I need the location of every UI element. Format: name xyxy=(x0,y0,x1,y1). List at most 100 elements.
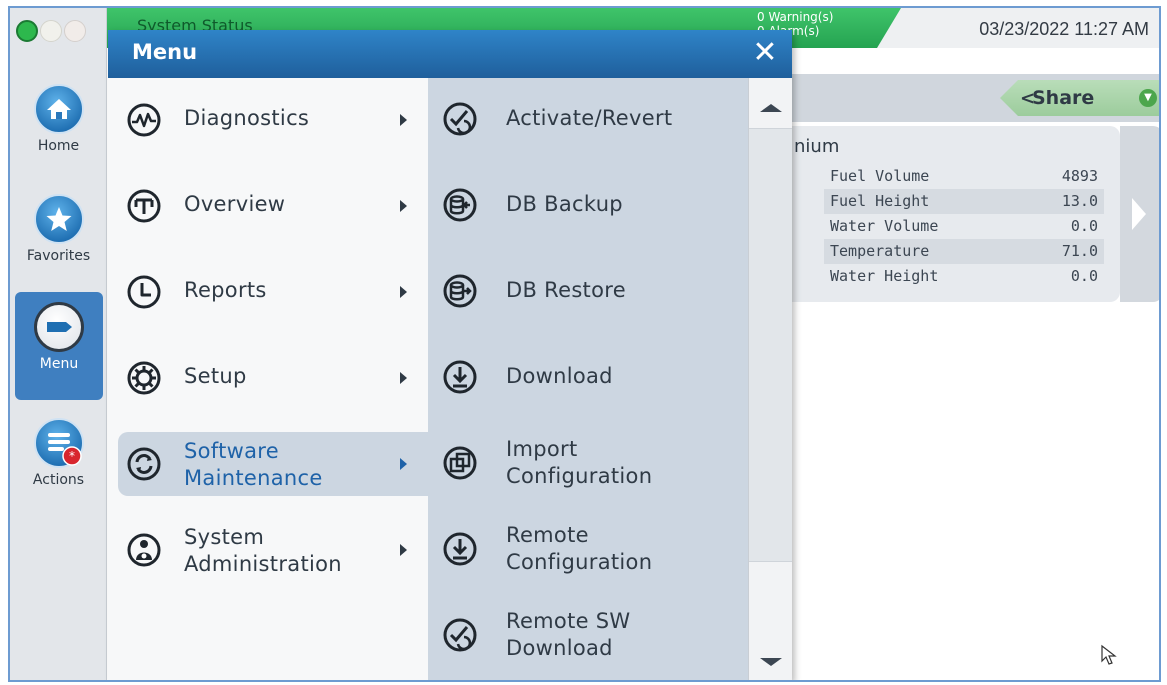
menu-category-list: Diagnostics Overview Reports Setup Softw… xyxy=(108,78,428,680)
tank-row: Fuel Height 13.0 xyxy=(824,189,1104,214)
system-administration-icon xyxy=(127,533,161,567)
tank-row-value: 4893 xyxy=(1061,167,1098,185)
reports-icon xyxy=(127,275,161,309)
submenu-item-label-line2: Configuration xyxy=(506,464,653,488)
chevron-right-icon xyxy=(400,372,407,384)
share-icon: < xyxy=(1020,88,1036,109)
remote-sw-download-icon xyxy=(443,618,477,652)
menu-item-software-maintenance[interactable]: Software Maintenance xyxy=(118,432,428,496)
submenu-item-db-backup[interactable]: DB Backup xyxy=(428,170,748,240)
tank-row: Temperature 71.0 xyxy=(824,239,1104,264)
chevron-right-icon xyxy=(400,200,407,212)
screen: System Status 0 Warning(s) 0 Alarm(s) 03… xyxy=(8,6,1161,682)
submenu-item-label-line1: Remote xyxy=(506,523,589,547)
submenu-item-import-configuration[interactable]: Import Configuration xyxy=(428,428,748,498)
submenu-item-download[interactable]: Download xyxy=(428,342,748,412)
activate-revert-icon xyxy=(443,102,477,136)
tank-row: Water Height 0.0 xyxy=(824,264,1104,289)
nav-home-label: Home xyxy=(37,138,80,154)
submenu-item-label: DB Restore xyxy=(506,278,626,302)
home-icon xyxy=(33,84,84,134)
submenu-item-label-line2: Configuration xyxy=(506,550,653,574)
menu-item-label-line1: Software xyxy=(184,439,279,463)
menu-header: Menu ✕ xyxy=(108,30,792,78)
mouse-cursor-icon xyxy=(1101,644,1117,665)
menu-panel: Menu ✕ Diagnostics Overview Reports Setu… xyxy=(108,30,792,680)
nav-actions[interactable]: * Actions xyxy=(10,418,107,488)
nav-menu[interactable]: Menu xyxy=(15,292,103,400)
menu-item-label-line1: System xyxy=(184,525,265,549)
menu-item-reports[interactable]: Reports xyxy=(118,260,428,324)
tank-row-label: Fuel Volume xyxy=(830,167,930,185)
chevron-down-icon: ▼ xyxy=(1139,89,1157,107)
software-maintenance-icon xyxy=(127,447,161,481)
menu-item-label: System Administration xyxy=(184,524,342,578)
submenu-item-remote-configuration[interactable]: Remote Configuration xyxy=(428,514,748,584)
status-light-green xyxy=(16,20,38,42)
overview-icon xyxy=(127,189,161,223)
menu-item-setup[interactable]: Setup xyxy=(118,346,428,410)
submenu-item-activate-revert[interactable]: Activate/Revert xyxy=(428,84,748,154)
tank-row-value: 0.0 xyxy=(1070,217,1098,235)
scroll-up-icon[interactable] xyxy=(760,104,782,112)
nav-menu-label: Menu xyxy=(39,356,79,372)
submenu-list: Activate/Revert DB Backup DB Restore Dow… xyxy=(428,78,748,680)
star-icon xyxy=(33,194,84,244)
tank-name: nium xyxy=(794,136,840,157)
download-icon xyxy=(443,360,477,394)
submenu-item-db-restore[interactable]: DB Restore xyxy=(428,256,748,326)
share-button[interactable]: < Share ▼ xyxy=(1000,80,1159,116)
menu-item-label: Software Maintenance xyxy=(184,438,323,492)
menu-item-label-line2: Maintenance xyxy=(184,466,323,490)
scroll-down-icon[interactable] xyxy=(760,658,782,666)
tank-row: Fuel Volume 4893 xyxy=(824,164,1104,189)
chevron-right-icon xyxy=(400,458,407,470)
nav-favorites-label: Favorites xyxy=(26,248,91,264)
svg-text:*: * xyxy=(69,449,75,463)
datetime: 03/23/2022 11:27 AM xyxy=(979,19,1149,39)
submenu-item-label: DB Backup xyxy=(506,192,623,216)
chevron-right-icon xyxy=(400,544,407,556)
menu-item-system-administration[interactable]: System Administration xyxy=(118,518,428,582)
warning-count: 0 Warning(s) xyxy=(757,10,834,24)
submenu-item-remote-sw-download[interactable]: Remote SW Download xyxy=(428,600,748,670)
tank-row-value: 0.0 xyxy=(1070,267,1098,285)
menu-item-label-line2: Administration xyxy=(184,552,342,576)
submenu-scrollbar[interactable] xyxy=(748,78,792,680)
menu-icon xyxy=(34,302,84,352)
db-restore-icon xyxy=(443,274,477,308)
status-light-red xyxy=(64,20,86,42)
next-tank-button[interactable] xyxy=(1120,126,1159,302)
menu-item-label: Diagnostics xyxy=(184,106,310,130)
nav-home[interactable]: Home xyxy=(10,84,107,154)
submenu-item-label-line1: Remote SW xyxy=(506,609,631,633)
tank-row-value: 71.0 xyxy=(1061,242,1098,260)
menu-item-label: Reports xyxy=(184,278,267,302)
tank-row-value: 13.0 xyxy=(1061,192,1098,210)
nav-favorites[interactable]: Favorites xyxy=(10,194,107,264)
chevron-right-icon xyxy=(400,114,407,126)
datetime-panel: 03/23/2022 11:27 AM xyxy=(877,8,1159,48)
actions-icon: * xyxy=(33,418,84,468)
gear-icon xyxy=(127,361,161,395)
scrollbar-thumb[interactable] xyxy=(749,128,792,562)
diagnostics-icon xyxy=(127,103,161,137)
submenu-item-label-line1: Import xyxy=(506,437,578,461)
menu-item-overview[interactable]: Overview xyxy=(118,174,428,238)
menu-item-diagnostics[interactable]: Diagnostics xyxy=(118,88,428,152)
nav-actions-label: Actions xyxy=(32,472,85,488)
submenu-item-label: Download xyxy=(506,364,613,388)
left-nav: Home Favorites Menu * Actions xyxy=(10,8,107,680)
submenu-item-label: Activate/Revert xyxy=(506,106,673,130)
tank-row-label: Water Height xyxy=(830,267,939,285)
tank-row-label: Fuel Height xyxy=(830,192,930,210)
tank-row: Water Volume 0.0 xyxy=(824,214,1104,239)
tank-card[interactable]: nium Fuel Volume 4893 Fuel Height 13.0 W… xyxy=(780,126,1120,302)
chevron-right-icon xyxy=(1132,198,1146,230)
import-configuration-icon xyxy=(443,446,477,480)
remote-configuration-icon xyxy=(443,532,477,566)
chevron-right-icon xyxy=(400,286,407,298)
submenu-item-label: Remote Configuration xyxy=(506,522,652,576)
close-icon[interactable]: ✕ xyxy=(748,36,782,70)
submenu-item-label-line2: Download xyxy=(506,636,613,660)
